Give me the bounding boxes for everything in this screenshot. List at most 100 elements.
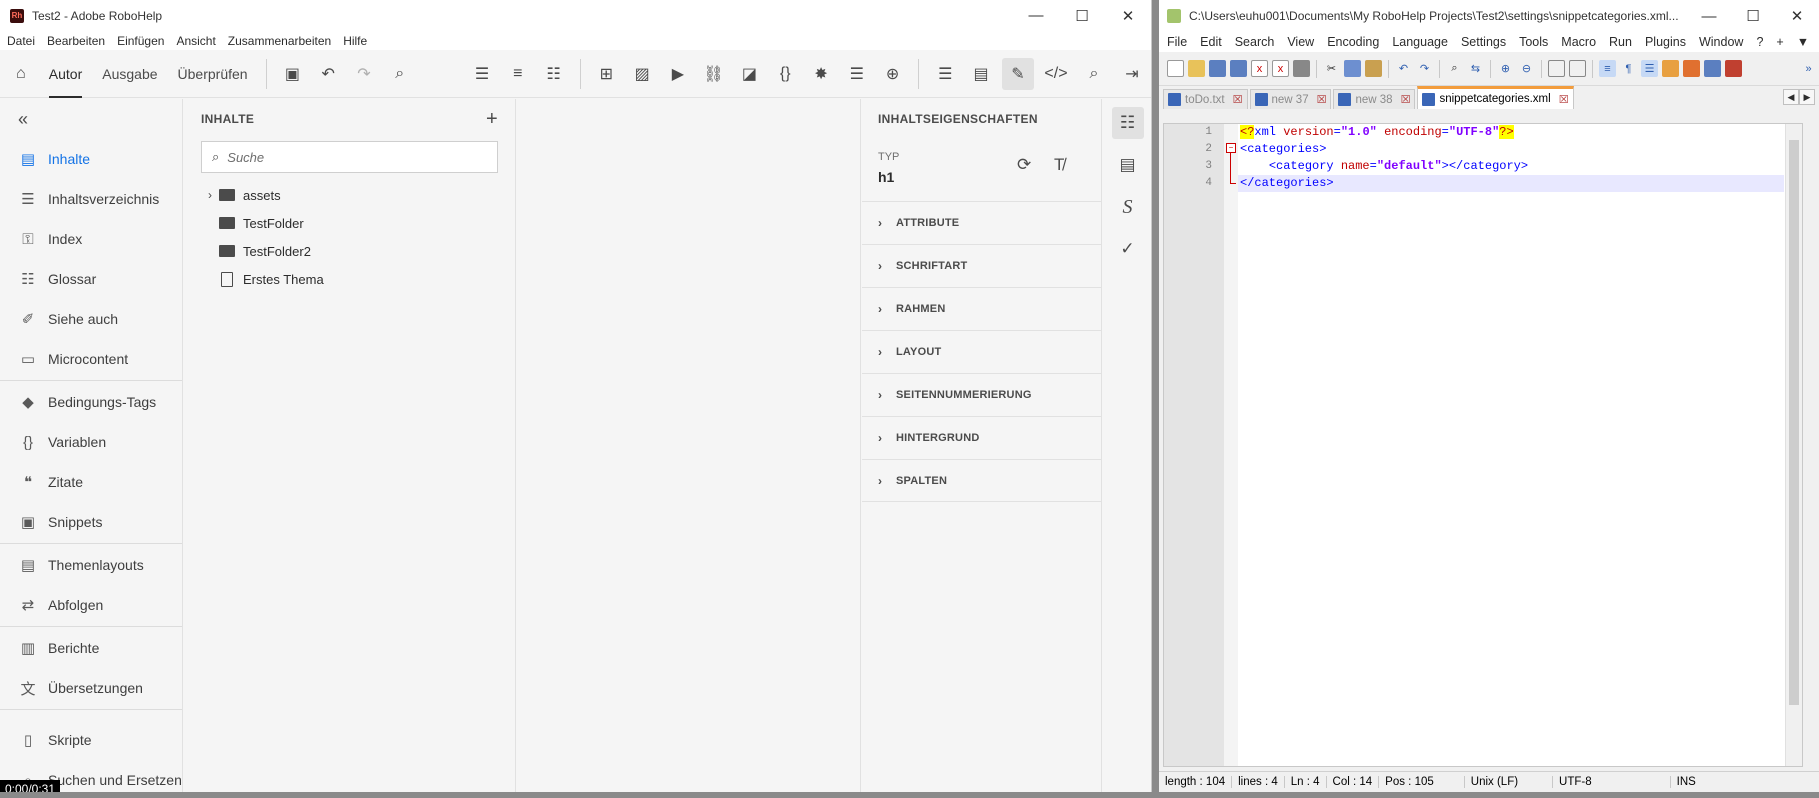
sidebar-item-bedingungs-tags[interactable]: ◆ Bedingungs-Tags	[0, 382, 182, 422]
maximize-icon[interactable]: ☐	[1059, 0, 1105, 31]
menu-edit[interactable]: Edit	[1200, 35, 1222, 49]
tab-ueberpruefen[interactable]: Überprüfen	[168, 50, 258, 98]
sidebar-item-skripte[interactable]: ▯ Skripte	[0, 720, 182, 760]
chevron-right-icon[interactable]: ›	[201, 188, 219, 202]
sidebar-item-snippets[interactable]: ▣ Snippets	[0, 502, 182, 542]
search-input[interactable]: ⌕ Suche	[201, 141, 498, 173]
topic-properties-icon[interactable]: ▤	[1112, 149, 1144, 181]
save-icon[interactable]	[1209, 60, 1226, 77]
zoom-in-icon[interactable]: ⊕	[1497, 60, 1514, 77]
menu-ansicht[interactable]: Ansicht	[176, 34, 215, 48]
paste-icon[interactable]	[1365, 60, 1382, 77]
menu-window[interactable]: Window	[1699, 35, 1743, 49]
cut-icon[interactable]: ✂	[1323, 60, 1340, 77]
save-icon[interactable]: ▣	[278, 58, 308, 90]
undo-icon[interactable]: ↶	[1395, 60, 1412, 77]
code-editor[interactable]: 1 2 3 4 − <?xml version="1.0" encoding="…	[1163, 123, 1803, 767]
minimize-icon[interactable]: —	[1687, 0, 1731, 32]
insert-link-icon[interactable]: ⛓	[699, 58, 729, 90]
sidebar-item-siehe-auch[interactable]: ✐ Siehe auch	[0, 299, 182, 339]
fold-toggle-icon[interactable]: −	[1226, 143, 1236, 153]
styles-icon[interactable]: S	[1112, 191, 1144, 223]
minimize-icon[interactable]: —	[1013, 0, 1059, 31]
folder-workspace-icon[interactable]	[1725, 60, 1742, 77]
tab-new37[interactable]: new 37 ☒	[1249, 89, 1332, 109]
redo-icon[interactable]: ↷	[1416, 60, 1433, 77]
menu-hilfe[interactable]: Hilfe	[343, 34, 367, 48]
udl-icon[interactable]	[1662, 60, 1679, 77]
print-icon[interactable]	[1293, 60, 1310, 77]
author-view-icon[interactable]: ✎	[1002, 57, 1034, 90]
sidebar-item-berichte[interactable]: ▥ Berichte	[0, 628, 182, 668]
exit-icon[interactable]: ⇥	[1116, 58, 1148, 90]
sync-horizontal-icon[interactable]	[1569, 60, 1586, 77]
open-file-icon[interactable]	[1188, 60, 1205, 77]
save-all-icon[interactable]	[1230, 60, 1247, 77]
replace-icon[interactable]: ⇆	[1467, 60, 1484, 77]
sidebar-item-variablen[interactable]: {} Variablen	[0, 422, 182, 462]
section-hintergrund[interactable]: › HINTERGRUND	[862, 416, 1101, 459]
numbered-list-icon[interactable]: ≡	[503, 58, 533, 90]
find-icon[interactable]: ⌕	[1446, 60, 1463, 77]
sidebar-item-inhalte[interactable]: ▤ Inhalte	[0, 139, 182, 179]
refresh-icon[interactable]: ⟳	[1017, 155, 1031, 175]
tab-snippetcategories[interactable]: snippetcategories.xml ☒	[1417, 86, 1574, 109]
clear-format-icon[interactable]: T̸	[1054, 155, 1064, 175]
menu-einfuegen[interactable]: Einfügen	[117, 34, 164, 48]
sidebar-item-inhaltsverzeichnis[interactable]: ☰ Inhaltsverzeichnis	[0, 179, 182, 219]
section-rahmen[interactable]: › RAHMEN	[862, 287, 1101, 330]
menu-bearbeiten[interactable]: Bearbeiten	[47, 34, 105, 48]
sidebar-item-uebersetzungen[interactable]: 文 Übersetzungen	[0, 668, 182, 708]
sidebar-item-abfolgen[interactable]: ⇄ Abfolgen	[0, 585, 182, 625]
more-tools-icon[interactable]: »	[1800, 60, 1817, 77]
menu-zusammenarbeiten[interactable]: Zusammenarbeiten	[228, 34, 331, 48]
menu-add[interactable]: +	[1776, 35, 1783, 49]
zoom-out-icon[interactable]: ⊖	[1518, 60, 1535, 77]
menu-run[interactable]: Run	[1609, 35, 1632, 49]
tab-ausgabe[interactable]: Ausgabe	[92, 50, 167, 98]
menu-tools[interactable]: Tools	[1519, 35, 1548, 49]
collapse-icon[interactable]: «	[0, 99, 182, 139]
sidebar-item-microcontent[interactable]: ▭ Microcontent	[0, 339, 182, 379]
insert-rule-icon[interactable]: ☰	[842, 58, 872, 90]
close-file-icon[interactable]: x	[1251, 60, 1268, 77]
insert-more-icon[interactable]: ⊕	[878, 58, 908, 90]
status-eol[interactable]: Unix (LF)	[1465, 776, 1554, 788]
insert-eraser-icon[interactable]: ◪	[735, 58, 765, 90]
insert-video-icon[interactable]: ▶	[663, 58, 693, 90]
home-icon[interactable]: ⌂	[6, 58, 36, 90]
section-schriftart[interactable]: › SCHRIFTART	[862, 244, 1101, 287]
insert-variable-icon[interactable]: {}	[770, 58, 800, 90]
section-layout[interactable]: › LAYOUT	[862, 330, 1101, 373]
show-all-chars-icon[interactable]: ¶	[1620, 60, 1637, 77]
insert-symbol-icon[interactable]: ✸	[806, 58, 836, 90]
menu-plugins[interactable]: Plugins	[1645, 35, 1686, 49]
editor-area[interactable]	[517, 99, 861, 792]
close-tab-icon[interactable]: ☒	[1401, 93, 1411, 106]
insert-drop-icon[interactable]: ▤	[966, 58, 996, 90]
status-encoding[interactable]: UTF-8	[1553, 776, 1671, 788]
insert-toc-icon[interactable]: ☰	[930, 58, 960, 90]
tab-new38[interactable]: new 38 ☒	[1333, 89, 1416, 109]
menu-settings[interactable]: Settings	[1461, 35, 1506, 49]
copy-icon[interactable]	[1344, 60, 1361, 77]
menu-datei[interactable]: Datei	[7, 34, 35, 48]
tab-todo[interactable]: toDo.txt ☒	[1163, 89, 1248, 109]
tab-scroll-left-icon[interactable]: ◀	[1783, 89, 1799, 105]
bullet-list-icon[interactable]: ☰	[467, 58, 497, 90]
doc-map-icon[interactable]	[1683, 60, 1700, 77]
close-all-icon[interactable]: x	[1272, 60, 1289, 77]
sidebar-item-index[interactable]: ⚿ Index	[0, 219, 182, 259]
section-spalten[interactable]: › SPALTEN	[862, 459, 1101, 502]
maximize-icon[interactable]: ☐	[1731, 0, 1775, 32]
menu-language[interactable]: Language	[1392, 35, 1448, 49]
tab-autor[interactable]: Autor	[39, 50, 92, 98]
properties-sliders-icon[interactable]: ☷	[1111, 107, 1144, 139]
function-list-icon[interactable]	[1704, 60, 1721, 77]
redo-icon[interactable]: ↷	[349, 58, 379, 90]
undo-icon[interactable]: ↶	[313, 58, 343, 90]
indent-guide-icon[interactable]: ☰	[1641, 60, 1658, 77]
section-attribute[interactable]: › ATTRIBUTE	[862, 201, 1101, 244]
insert-image-icon[interactable]: ▨	[627, 58, 657, 90]
vertical-scrollbar[interactable]	[1785, 124, 1802, 766]
